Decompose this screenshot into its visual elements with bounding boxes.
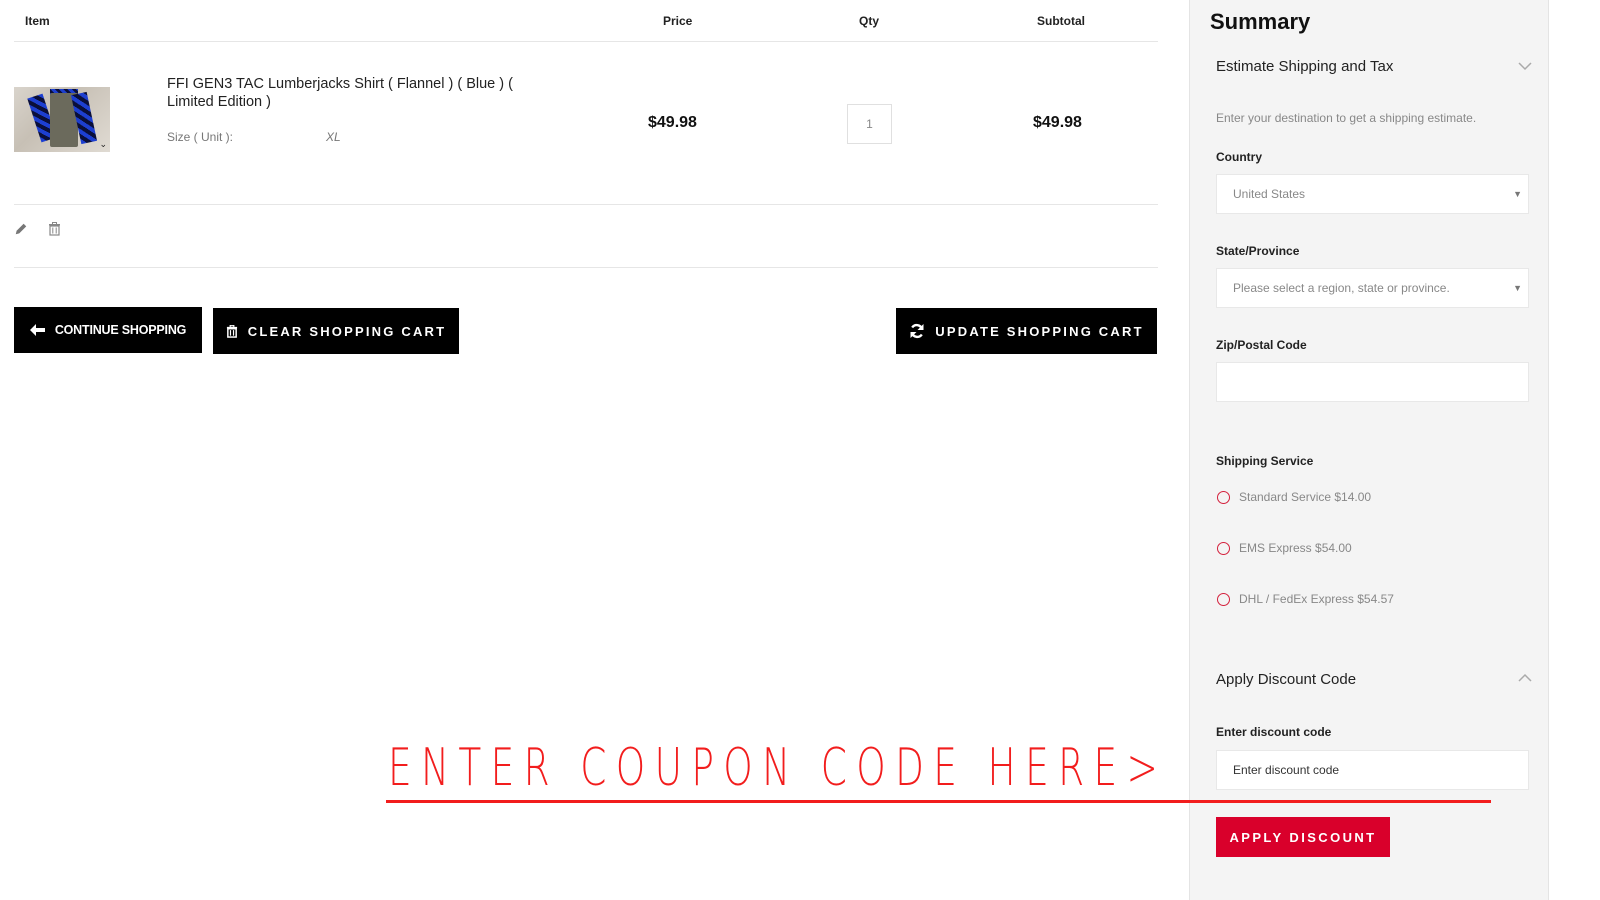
shipping-option-label: Standard Service $14.00 (1239, 490, 1372, 504)
continue-shopping-label: CONTINUE SHOPPING (54, 323, 187, 337)
estimate-shipping-toggle[interactable]: Estimate Shipping and Tax (1216, 58, 1393, 75)
refresh-icon (910, 323, 924, 339)
state-label: State/Province (1216, 244, 1300, 258)
option-value: XL (326, 130, 341, 144)
clear-cart-label: CLEAR SHOPPING CART (247, 323, 447, 339)
product-thumbnail[interactable]: ⌄ (14, 87, 110, 152)
shipping-service-label: Shipping Service (1216, 454, 1314, 468)
update-cart-button[interactable]: UPDATE SHOPPING CART (896, 308, 1157, 354)
cart-item-row: ⌄ FFI GEN3 TAC Lumberjacks Shirt ( Flann… (14, 42, 1158, 205)
state-select[interactable]: Please select a region, state or provinc… (1216, 268, 1529, 308)
column-header-subtotal: Subtotal (1037, 14, 1085, 28)
apply-discount-button[interactable]: APPLY DISCOUNT (1216, 817, 1390, 857)
option-label: Size ( Unit ): (167, 130, 234, 144)
shipping-option-label: EMS Express $54.00 (1239, 541, 1352, 555)
country-select[interactable]: United States ▼ (1216, 174, 1529, 214)
zip-label: Zip/Postal Code (1216, 338, 1307, 352)
column-header-qty: Qty (859, 14, 880, 28)
discount-code-label: Enter discount code (1216, 725, 1332, 739)
clear-cart-button[interactable]: CLEAR SHOPPING CART (213, 308, 459, 354)
shipping-option-ems[interactable]: EMS Express $54.00 (1217, 541, 1352, 555)
radio-button[interactable] (1217, 541, 1230, 555)
country-label: Country (1216, 150, 1262, 164)
radio-button[interactable] (1217, 490, 1230, 504)
state-select-placeholder: Please select a region, state or provinc… (1233, 281, 1450, 295)
column-header-item: Item (25, 14, 50, 28)
shipping-option-label: DHL / FedEx Express $54.57 (1239, 592, 1394, 606)
trash-icon (226, 324, 237, 338)
trash-icon[interactable] (48, 222, 64, 238)
product-name-link[interactable]: FFI GEN3 TAC Lumberjacks Shirt ( Flannel… (167, 75, 557, 111)
shipping-option-standard[interactable]: Standard Service $14.00 (1217, 490, 1371, 504)
order-summary-panel: Summary Estimate Shipping and Tax Enter … (1189, 0, 1549, 900)
country-select-value: United States (1233, 187, 1306, 201)
discount-code-input[interactable] (1216, 750, 1529, 790)
chevron-down-icon[interactable] (1518, 61, 1532, 71)
brand-logo-icon: ⌄ (99, 139, 107, 149)
zip-input[interactable] (1216, 362, 1529, 402)
continue-shopping-button[interactable]: CONTINUE SHOPPING (14, 307, 202, 353)
discount-code-toggle[interactable]: Apply Discount Code (1216, 671, 1356, 688)
shipping-option-dhl-fedex[interactable]: DHL / FedEx Express $54.57 (1217, 592, 1394, 606)
item-price: $49.98 (648, 114, 697, 131)
summary-title: Summary (1210, 9, 1311, 34)
cart-header-row: Item Price Qty Subtotal (14, 0, 1158, 42)
caret-down-icon: ▼ (1513, 189, 1522, 199)
item-actions-row (14, 205, 1158, 268)
caret-down-icon: ▼ (1513, 283, 1522, 293)
column-header-price: Price (663, 14, 693, 28)
pencil-icon[interactable] (14, 222, 30, 238)
chevron-up-icon[interactable] (1518, 673, 1532, 683)
annotation-underline (386, 800, 1491, 803)
radio-button[interactable] (1217, 592, 1230, 606)
item-subtotal: $49.98 (1033, 114, 1082, 131)
update-cart-label: UPDATE SHOPPING CART (935, 323, 1144, 339)
coupon-annotation-text: ENTER COUPON CODE HERE> (388, 738, 1168, 798)
arrow-left-icon (29, 324, 45, 336)
quantity-input[interactable] (847, 104, 892, 144)
shipping-hint: Enter your destination to get a shipping… (1216, 111, 1477, 125)
